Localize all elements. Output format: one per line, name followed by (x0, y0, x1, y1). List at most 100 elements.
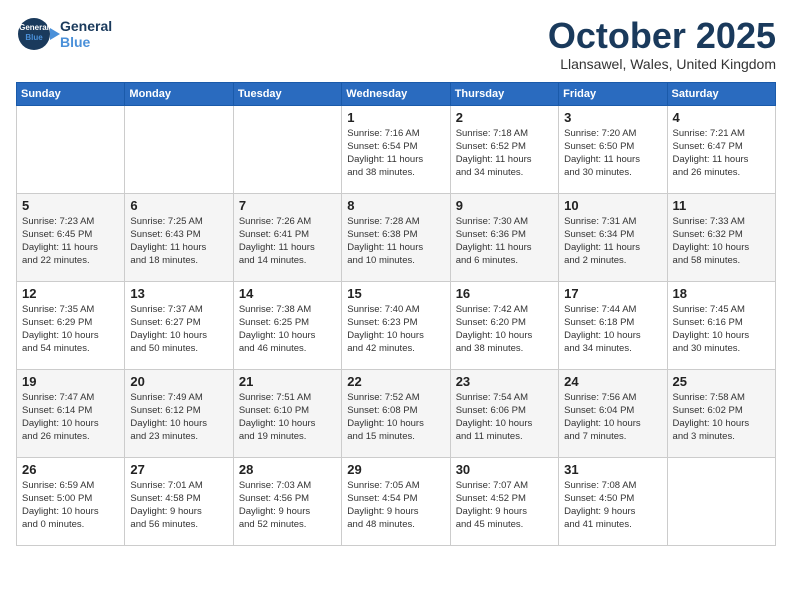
day-number: 12 (22, 286, 119, 301)
calendar-table: Sunday Monday Tuesday Wednesday Thursday… (16, 82, 776, 546)
week-row-2: 5Sunrise: 7:23 AMSunset: 6:45 PMDaylight… (17, 193, 776, 281)
logo-blue: Blue (60, 34, 112, 50)
calendar-cell: 5Sunrise: 7:23 AMSunset: 6:45 PMDaylight… (17, 193, 125, 281)
day-info: Sunrise: 7:42 AMSunset: 6:20 PMDaylight:… (456, 303, 553, 356)
day-info: Sunrise: 7:51 AMSunset: 6:10 PMDaylight:… (239, 391, 336, 444)
day-info: Sunrise: 7:40 AMSunset: 6:23 PMDaylight:… (347, 303, 444, 356)
day-number: 16 (456, 286, 553, 301)
col-saturday: Saturday (667, 82, 775, 105)
calendar-cell: 13 Sunrise: 7:37 AMSunset: 6:27 PMDayligh… (125, 281, 233, 369)
day-number: 7 (239, 198, 336, 213)
day-number: 30 (456, 462, 553, 477)
week-row-4: 19 Sunrise: 7:47 AMSunset: 6:14 PMDayligh… (17, 369, 776, 457)
day-number: 8 (347, 198, 444, 213)
day-number: 4 (673, 110, 770, 125)
day-info: Sunrise: 7:26 AMSunset: 6:41 PMDaylight:… (239, 215, 336, 268)
day-number: 31 (564, 462, 661, 477)
day-info: Sunrise: 7:08 AMSunset: 4:50 PMDaylight:… (564, 479, 661, 532)
day-number: 24 (564, 374, 661, 389)
day-number: 3 (564, 110, 661, 125)
day-info: Sunrise: 7:47 AMSunset: 6:14 PMDaylight:… (22, 391, 119, 444)
day-number: 19 (22, 374, 119, 389)
calendar-cell: 8Sunrise: 7:28 AMSunset: 6:38 PMDaylight… (342, 193, 450, 281)
day-info: Sunrise: 7:25 AMSunset: 6:43 PMDaylight:… (130, 215, 227, 268)
day-number: 15 (347, 286, 444, 301)
calendar-cell: 17Sunrise: 7:44 AMSunset: 6:18 PMDayligh… (559, 281, 667, 369)
calendar-cell (233, 105, 341, 193)
calendar-cell (17, 105, 125, 193)
day-info: Sunrise: 7:38 AMSunset: 6:25 PMDaylight:… (239, 303, 336, 356)
day-number: 27 (130, 462, 227, 477)
day-number: 14 (239, 286, 336, 301)
calendar-cell (125, 105, 233, 193)
calendar-cell: 7 Sunrise: 7:26 AMSunset: 6:41 PMDaylight… (233, 193, 341, 281)
day-info: Sunrise: 7:05 AMSunset: 4:54 PMDaylight:… (347, 479, 444, 532)
calendar-cell: 30Sunrise: 7:07 AMSunset: 4:52 PMDayligh… (450, 457, 558, 545)
calendar-cell (667, 457, 775, 545)
day-number: 5 (22, 198, 119, 213)
col-thursday: Thursday (450, 82, 558, 105)
calendar-cell: 10 Sunrise: 7:31 AMSunset: 6:34 PMDayligh… (559, 193, 667, 281)
svg-text:General: General (19, 23, 49, 32)
day-info: Sunrise: 7:58 AMSunset: 6:02 PMDaylight:… (673, 391, 770, 444)
week-row-1: 1Sunrise: 7:16 AMSunset: 6:54 PMDaylight… (17, 105, 776, 193)
day-number: 17 (564, 286, 661, 301)
calendar-cell: 24Sunrise: 7:56 AMSunset: 6:04 PMDayligh… (559, 369, 667, 457)
calendar-cell: 12Sunrise: 7:35 AMSunset: 6:29 PMDayligh… (17, 281, 125, 369)
day-number: 20 (130, 374, 227, 389)
day-info: Sunrise: 7:01 AMSunset: 4:58 PMDaylight:… (130, 479, 227, 532)
day-number: 26 (22, 462, 119, 477)
logo-general: General (60, 18, 112, 34)
week-row-5: 26 Sunrise: 6:59 AMSunset: 5:00 PMDayligh… (17, 457, 776, 545)
calendar-cell: 19 Sunrise: 7:47 AMSunset: 6:14 PMDayligh… (17, 369, 125, 457)
day-number: 18 (673, 286, 770, 301)
logo-wrapper: General Blue General Blue (16, 16, 112, 52)
day-number: 1 (347, 110, 444, 125)
col-sunday: Sunday (17, 82, 125, 105)
location: Llansawel, Wales, United Kingdom (548, 56, 776, 72)
calendar-cell: 23Sunrise: 7:54 AMSunset: 6:06 PMDayligh… (450, 369, 558, 457)
calendar-cell: 2 Sunrise: 7:18 AMSunset: 6:52 PMDaylight… (450, 105, 558, 193)
title-section: October 2025 Llansawel, Wales, United Ki… (548, 16, 776, 72)
calendar-cell: 4Sunrise: 7:21 AMSunset: 6:47 PMDaylight… (667, 105, 775, 193)
calendar-cell: 11 Sunrise: 7:33 AMSunset: 6:32 PMDayligh… (667, 193, 775, 281)
logo-text: General Blue (60, 18, 112, 50)
page: General Blue General Blue October 2025 L… (0, 0, 792, 612)
day-number: 6 (130, 198, 227, 213)
calendar-cell: 1Sunrise: 7:16 AMSunset: 6:54 PMDaylight… (342, 105, 450, 193)
calendar-cell: 16 Sunrise: 7:42 AMSunset: 6:20 PMDayligh… (450, 281, 558, 369)
day-info: Sunrise: 7:33 AMSunset: 6:32 PMDaylight:… (673, 215, 770, 268)
day-info: Sunrise: 7:18 AMSunset: 6:52 PMDaylight:… (456, 127, 553, 180)
month-title: October 2025 (548, 16, 776, 56)
day-info: Sunrise: 7:37 AMSunset: 6:27 PMDaylight:… (130, 303, 227, 356)
day-number: 13 (130, 286, 227, 301)
day-info: Sunrise: 7:31 AMSunset: 6:34 PMDaylight:… (564, 215, 661, 268)
day-number: 29 (347, 462, 444, 477)
day-info: Sunrise: 7:20 AMSunset: 6:50 PMDaylight:… (564, 127, 661, 180)
day-number: 2 (456, 110, 553, 125)
calendar-cell: 28Sunrise: 7:03 AMSunset: 4:56 PMDayligh… (233, 457, 341, 545)
day-info: Sunrise: 7:52 AMSunset: 6:08 PMDaylight:… (347, 391, 444, 444)
calendar-cell: 18Sunrise: 7:45 AMSunset: 6:16 PMDayligh… (667, 281, 775, 369)
logo: General Blue General Blue (16, 16, 112, 52)
day-number: 22 (347, 374, 444, 389)
logo-icon: General Blue (16, 16, 60, 52)
calendar-cell: 9 Sunrise: 7:30 AMSunset: 6:36 PMDaylight… (450, 193, 558, 281)
calendar-cell: 26 Sunrise: 6:59 AMSunset: 5:00 PMDayligh… (17, 457, 125, 545)
day-info: Sunrise: 6:59 AMSunset: 5:00 PMDaylight:… (22, 479, 119, 532)
col-friday: Friday (559, 82, 667, 105)
day-number: 10 (564, 198, 661, 213)
day-info: Sunrise: 7:30 AMSunset: 6:36 PMDaylight:… (456, 215, 553, 268)
calendar-cell: 25Sunrise: 7:58 AMSunset: 6:02 PMDayligh… (667, 369, 775, 457)
day-info: Sunrise: 7:49 AMSunset: 6:12 PMDaylight:… (130, 391, 227, 444)
day-number: 11 (673, 198, 770, 213)
calendar-cell: 27 Sunrise: 7:01 AMSunset: 4:58 PMDayligh… (125, 457, 233, 545)
col-tuesday: Tuesday (233, 82, 341, 105)
calendar-header: Sunday Monday Tuesday Wednesday Thursday… (17, 82, 776, 105)
calendar-cell: 20 Sunrise: 7:49 AMSunset: 6:12 PMDayligh… (125, 369, 233, 457)
day-number: 9 (456, 198, 553, 213)
day-info: Sunrise: 7:54 AMSunset: 6:06 PMDaylight:… (456, 391, 553, 444)
calendar-cell: 22 Sunrise: 7:52 AMSunset: 6:08 PMDayligh… (342, 369, 450, 457)
calendar-cell: 29 Sunrise: 7:05 AMSunset: 4:54 PMDayligh… (342, 457, 450, 545)
svg-text:Blue: Blue (25, 33, 43, 42)
